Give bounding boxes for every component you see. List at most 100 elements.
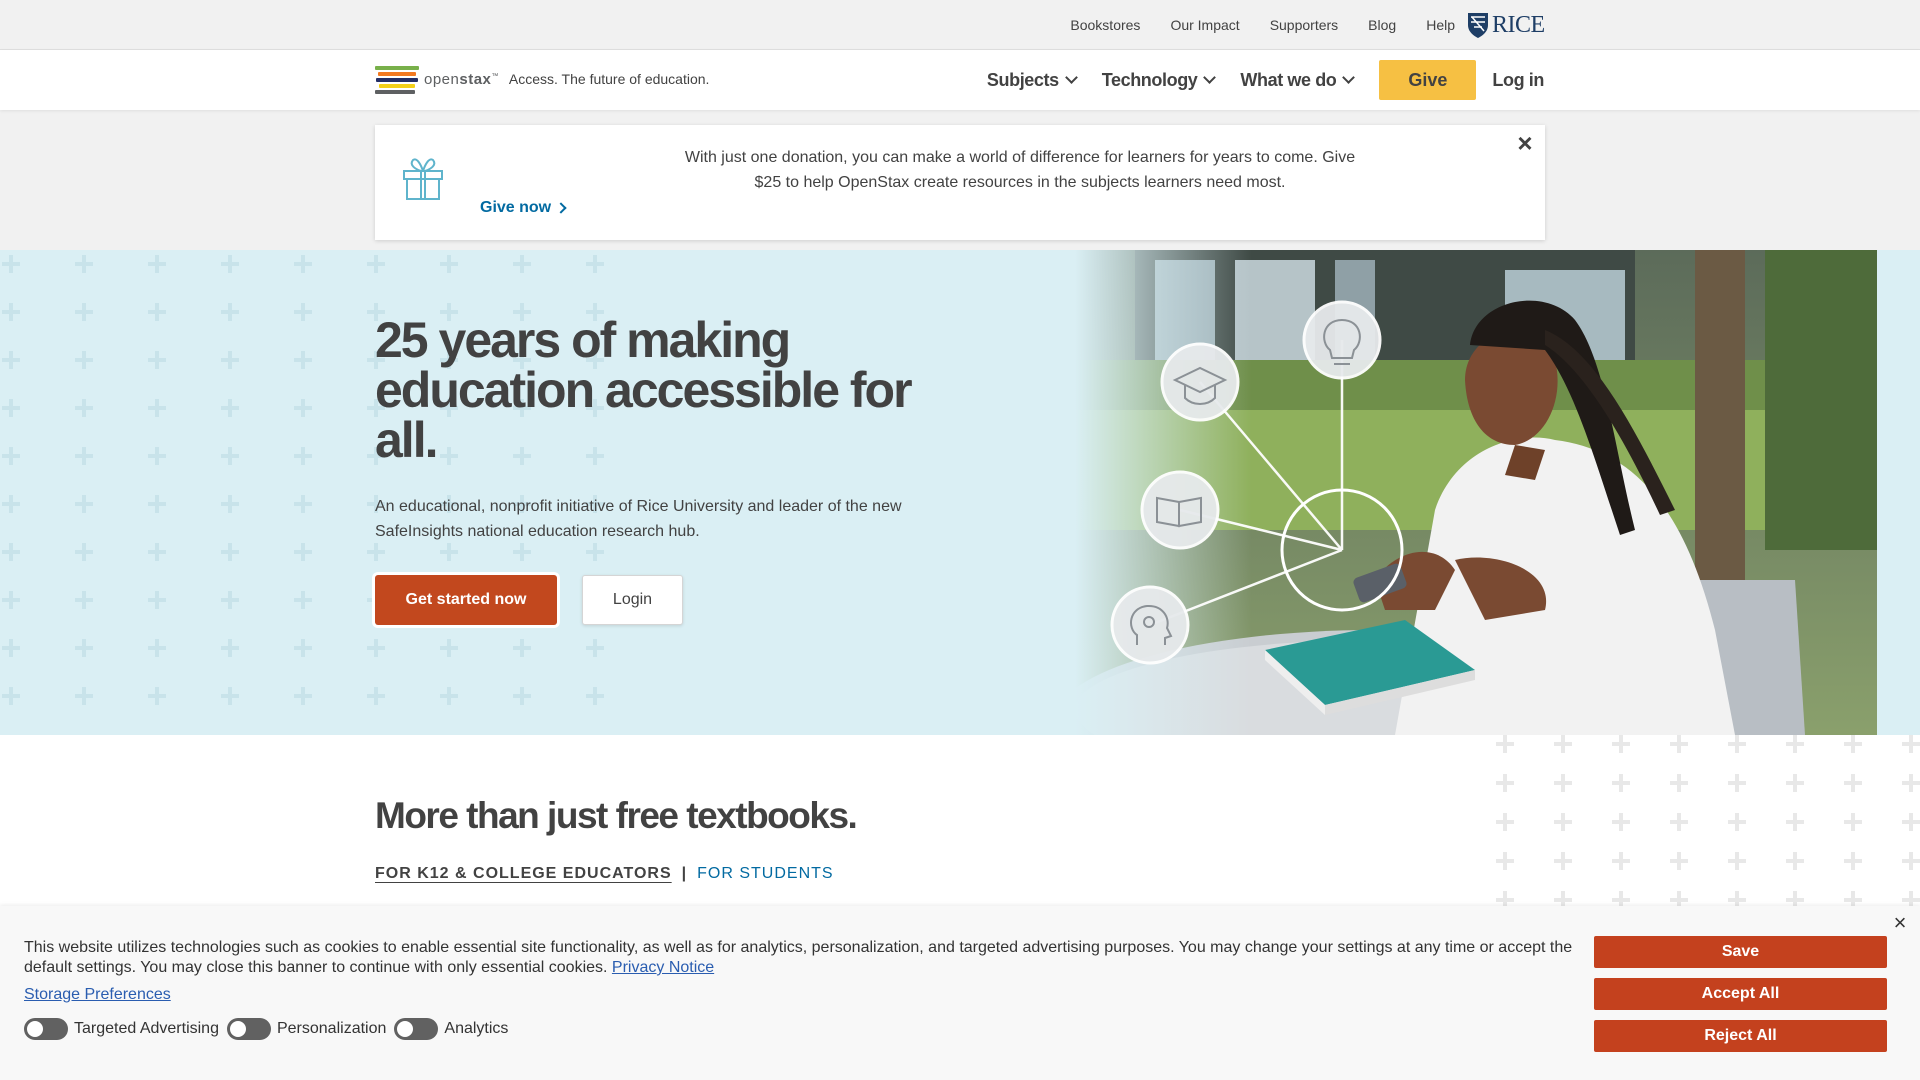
plus-decoration [148,447,166,465]
plus-decoration [367,639,385,657]
plus-decoration [440,687,458,705]
plus-decoration [75,591,93,609]
chevron-right-icon [555,202,567,214]
tab-separator: | [681,865,688,882]
plus-decoration [2,495,20,513]
plus-decoration [221,447,239,465]
plus-decoration [586,543,604,561]
close-icon[interactable]: × [1513,130,1537,156]
plus-decoration [148,351,166,369]
utility-link-help[interactable]: Help [1426,17,1455,33]
hero-section: 25 years of making education accessible … [0,250,1920,735]
nav-what-we-do[interactable]: What we do [1240,70,1356,91]
analytics-toggle[interactable] [394,1018,439,1040]
targeted-advertising-toggle[interactable] [24,1018,68,1040]
plus-decoration [440,639,458,657]
personalization-toggle[interactable] [226,1018,271,1040]
close-icon[interactable]: × [1890,912,1910,934]
plus-decoration [1786,774,1804,792]
plus-decoration [221,639,239,657]
plus-decoration [2,447,20,465]
hero-photo [1075,250,1877,735]
cookie-message: This website utilizes technologies such … [24,939,1573,976]
plus-decoration [1670,852,1688,870]
tab-students[interactable]: FOR STUDENTS [697,865,833,883]
plus-pattern-right [1490,730,1920,910]
plus-decoration [2,639,20,657]
plus-decoration [294,447,312,465]
utility-link-supporters[interactable]: Supporters [1270,17,1338,33]
rice-university-logo[interactable]: RICE [1466,10,1545,40]
plus-decoration [586,255,604,273]
hero-subtitle: An educational, nonprofit initiative of … [375,498,902,540]
give-button[interactable]: Give [1379,60,1477,100]
plus-decoration [221,399,239,417]
plus-decoration [1728,735,1746,753]
openstax-logo[interactable]: openstax™ Access. The future of educatio… [375,64,709,94]
tab-educators[interactable]: FOR K12 & COLLEGE EDUCATORS [375,865,672,883]
utility-link-blog[interactable]: Blog [1368,17,1396,33]
nav-subjects[interactable]: Subjects [987,70,1078,91]
plus-decoration [513,255,531,273]
privacy-notice-link[interactable]: Privacy Notice [612,959,714,976]
chevron-down-icon [1064,70,1078,84]
analytics-label: Analytics [444,1020,509,1037]
get-started-button[interactable]: Get started now [375,575,557,625]
utility-links: Bookstores Our Impact Supporters Blog He… [1070,0,1455,50]
rice-shield-icon [1468,13,1488,38]
plus-decoration [221,303,239,321]
plus-decoration [75,543,93,561]
plus-decoration [586,639,604,657]
plus-decoration [294,303,312,321]
graduation-cap-icon [1160,342,1240,422]
plus-decoration [75,495,93,513]
give-now-link[interactable]: Give now [480,199,567,217]
plus-decoration [1786,852,1804,870]
plus-decoration [148,591,166,609]
chevron-down-icon [1342,70,1356,84]
plus-decoration [1728,813,1746,831]
plus-decoration [1496,813,1514,831]
cookie-save-button[interactable]: Save [1594,936,1887,968]
plus-decoration [1496,735,1514,753]
plus-decoration [1554,852,1572,870]
student-with-phone-illustration [1075,250,1877,735]
plus-decoration [75,351,93,369]
plus-decoration [75,639,93,657]
login-link[interactable]: Log in [1492,70,1544,91]
chevron-down-icon [1203,70,1217,84]
cookie-reject-all-button[interactable]: Reject All [1594,1020,1887,1052]
plus-decoration [75,687,93,705]
plus-decoration [221,687,239,705]
hero-title: 25 years of making education accessible … [375,312,913,468]
plus-decoration [294,639,312,657]
brand-name: openstax™ [424,70,499,88]
plus-decoration [2,591,20,609]
plus-decoration [513,687,531,705]
targeted-advertising-label: Targeted Advertising [74,1020,219,1037]
nav-menu: Subjects Technology What we do Give Log … [987,60,1544,100]
utility-link-our-impact[interactable]: Our Impact [1170,17,1239,33]
plus-decoration [586,687,604,705]
utility-link-bookstores[interactable]: Bookstores [1070,17,1140,33]
brand-tagline: Access. The future of education. [508,71,710,87]
plus-decoration [294,255,312,273]
plus-decoration [221,351,239,369]
plus-decoration [1902,852,1920,870]
storage-preferences-link[interactable]: Storage Preferences [24,986,171,1004]
plus-decoration [1612,852,1630,870]
cookie-banner: This website utilizes technologies such … [0,906,1920,1080]
plus-decoration [294,687,312,705]
plus-decoration [1902,813,1920,831]
hero-login-button[interactable]: Login [582,575,683,625]
plus-decoration [513,639,531,657]
book-icon [1140,470,1220,550]
plus-decoration [2,303,20,321]
utility-bar: Bookstores Our Impact Supporters Blog He… [0,0,1920,50]
plus-decoration [1612,774,1630,792]
plus-decoration [75,447,93,465]
cookie-accept-all-button[interactable]: Accept All [1594,978,1887,1010]
gift-icon [403,158,443,200]
nav-technology[interactable]: Technology [1102,70,1217,91]
plus-decoration [367,255,385,273]
